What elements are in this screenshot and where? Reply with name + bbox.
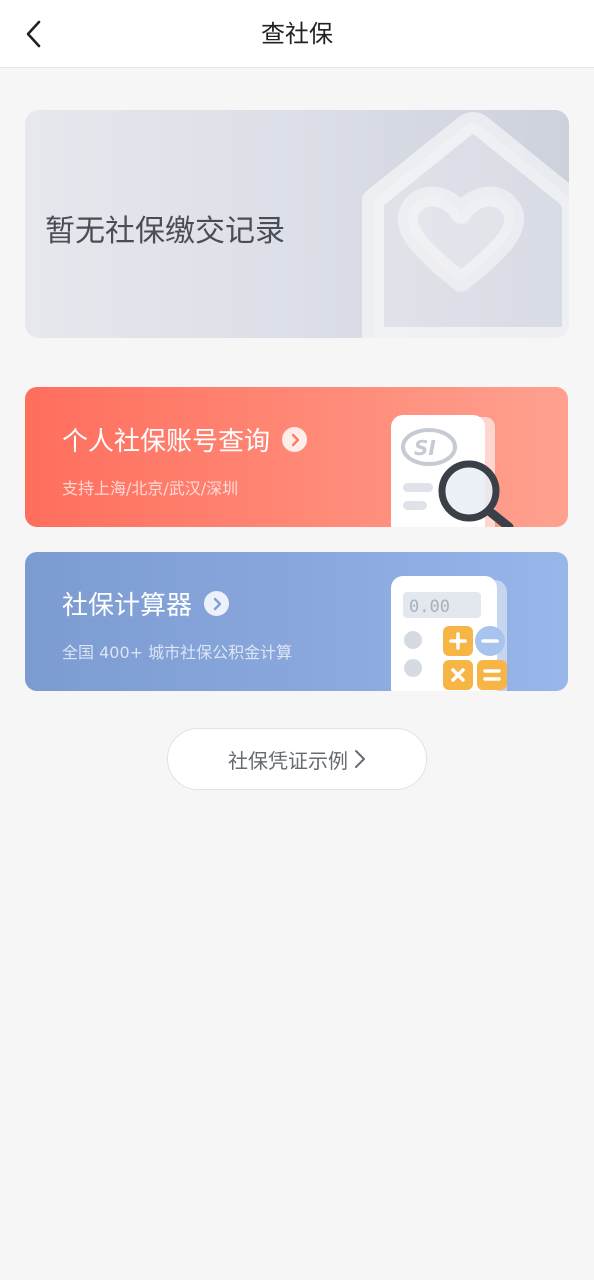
card-title: 个人社保账号查询 xyxy=(62,421,308,458)
top-nav-bar: 查社保 xyxy=(0,0,594,68)
personal-account-query-card[interactable]: 个人社保账号查询 支持上海/北京/武汉/深圳 SI xyxy=(25,387,568,527)
card-title: 社保计算器 xyxy=(62,585,230,622)
social-security-calculator-card[interactable]: 社保计算器 全国 400+ 城市社保公积金计算 0.00 xyxy=(25,552,568,691)
card-title-text: 个人社保账号查询 xyxy=(62,427,271,457)
house-heart-icon xyxy=(362,112,569,338)
svg-text:0.00: 0.00 xyxy=(409,597,450,617)
page-title: 查社保 xyxy=(261,20,333,48)
calculator-icon: 0.00 xyxy=(391,576,507,691)
card-subtitle: 支持上海/北京/武汉/深圳 xyxy=(62,479,239,498)
chevron-right-circle-icon xyxy=(204,591,230,616)
card-subtitle: 全国 400+ 城市社保公积金计算 xyxy=(62,643,293,662)
example-button-label: 社保凭证示例 xyxy=(228,748,348,773)
chevron-right-icon xyxy=(355,750,365,768)
chevron-right-circle-icon xyxy=(282,427,308,452)
no-record-text: 暂无社保缴交记录 xyxy=(45,214,285,249)
si-card-magnifier-icon: SI xyxy=(391,415,514,527)
card-title-text: 社保计算器 xyxy=(62,591,193,621)
social-security-voucher-example-button[interactable]: 社保凭证示例 xyxy=(167,728,427,790)
svg-text:SI: SI xyxy=(414,436,436,460)
social-security-status-banner: 暂无社保缴交记录 xyxy=(25,110,569,338)
